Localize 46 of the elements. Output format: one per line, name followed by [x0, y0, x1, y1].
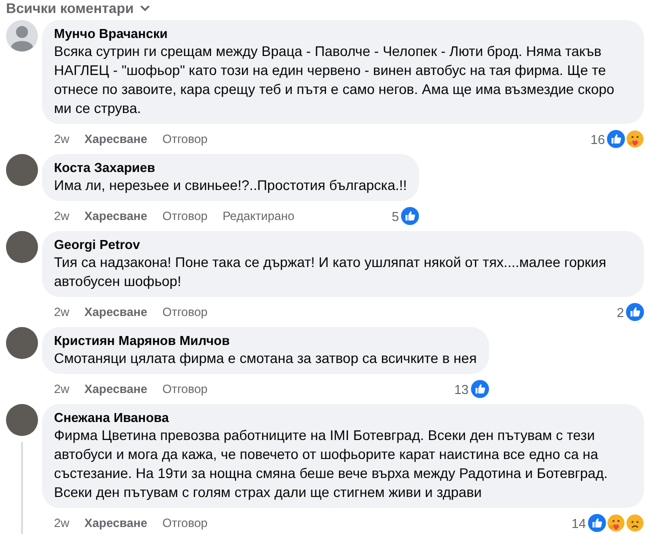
thumbs-up-icon[interactable] [400, 207, 419, 225]
hug-emoji-icon[interactable] [607, 514, 625, 532]
reaction-count[interactable]: 5 [392, 208, 399, 224]
author-name[interactable]: Снежана Иванова [54, 410, 632, 426]
comment-text: Тия са надзакона! Поне така се държат! И като ушляпат някой от тях....малее горкия автобусен шофьор! [54, 253, 608, 291]
reply-link[interactable]: Отговор [162, 382, 208, 396]
avatar-icon[interactable] [6, 20, 38, 52]
reaction-count[interactable]: 13 [454, 382, 469, 396]
like-link[interactable]: Харесване [84, 209, 148, 223]
comment-text: Всяка сутрин ги срещам между Враца - Паволче - Челопек - Люти брод. Няма такъв НАГЛЕЦ - "шофьор" като този на един червено - винен автобус на тая фирма. Ще те отнесе по завоите, кара срещу теб и пътя е само негов. Ама ще има възмездие скоро ми се струва. [54, 42, 616, 118]
thumbs-up-icon[interactable] [588, 514, 606, 532]
avatar-photo[interactable] [6, 327, 38, 359]
avatar-photo[interactable] [6, 154, 38, 186]
sad-emoji-icon[interactable] [626, 514, 644, 532]
author-name[interactable]: Georgi Petrov [54, 237, 632, 253]
comment-time[interactable]: 2w [54, 305, 70, 319]
reply-link[interactable]: Отговор [162, 132, 208, 146]
avatar-photo[interactable] [6, 404, 38, 436]
reply-link[interactable]: Отговор [162, 516, 208, 530]
like-link[interactable]: Харесване [84, 382, 148, 396]
reaction-count[interactable]: 14 [572, 516, 586, 530]
comment-text: Има ли, нерезьее и свиньее!?..Простотия българска.!! [54, 176, 407, 195]
reply-link[interactable]: Отговор [162, 305, 208, 319]
author-name[interactable]: Кристиян Марянов Милчов [54, 333, 477, 349]
sort-label[interactable]: Всички коментари [6, 0, 134, 16]
comment-time[interactable]: 2w [54, 516, 70, 530]
like-link[interactable]: Харесване [84, 132, 148, 146]
like-link[interactable]: Харесване [84, 516, 148, 530]
thumbs-up-icon[interactable] [626, 303, 644, 321]
comment-time[interactable]: 2w [54, 382, 70, 396]
edited-label: Редактирано [222, 209, 294, 223]
thumbs-up-icon[interactable] [470, 380, 489, 398]
comment-time[interactable]: 2w [54, 209, 70, 223]
author-name[interactable]: Мунчо Врачански [54, 26, 632, 42]
reply-link[interactable]: Отговор [162, 209, 208, 223]
avatar-photo[interactable] [6, 231, 38, 263]
reaction-count[interactable]: 2 [616, 304, 624, 320]
author-name[interactable]: Коста Захариев [54, 160, 407, 176]
reaction-count[interactable]: 16 [590, 132, 605, 146]
like-link[interactable]: Харесване [84, 305, 148, 319]
hug-emoji-icon[interactable] [626, 130, 644, 148]
comment-text: Фирма Цветина превозва работниците на IMI Ботевград. Всеки ден пътувам с тези автобуси и мога да кажа, че повечето от шофьорите карат наистина все едно са на състезание. На 19ти за нощна смяна беше вече върха между Радотина и Ботевград. Всеки ден пътувам с голям страх дали ще стигнем живи и здрави [54, 426, 609, 502]
thumbs-up-icon[interactable] [607, 130, 625, 148]
chevron-icon[interactable] [140, 3, 150, 13]
comment-time[interactable]: 2w [54, 132, 70, 146]
comment-text: Смотаняци цялата фирма е смотана за затвор са всичките в нея [54, 349, 477, 368]
